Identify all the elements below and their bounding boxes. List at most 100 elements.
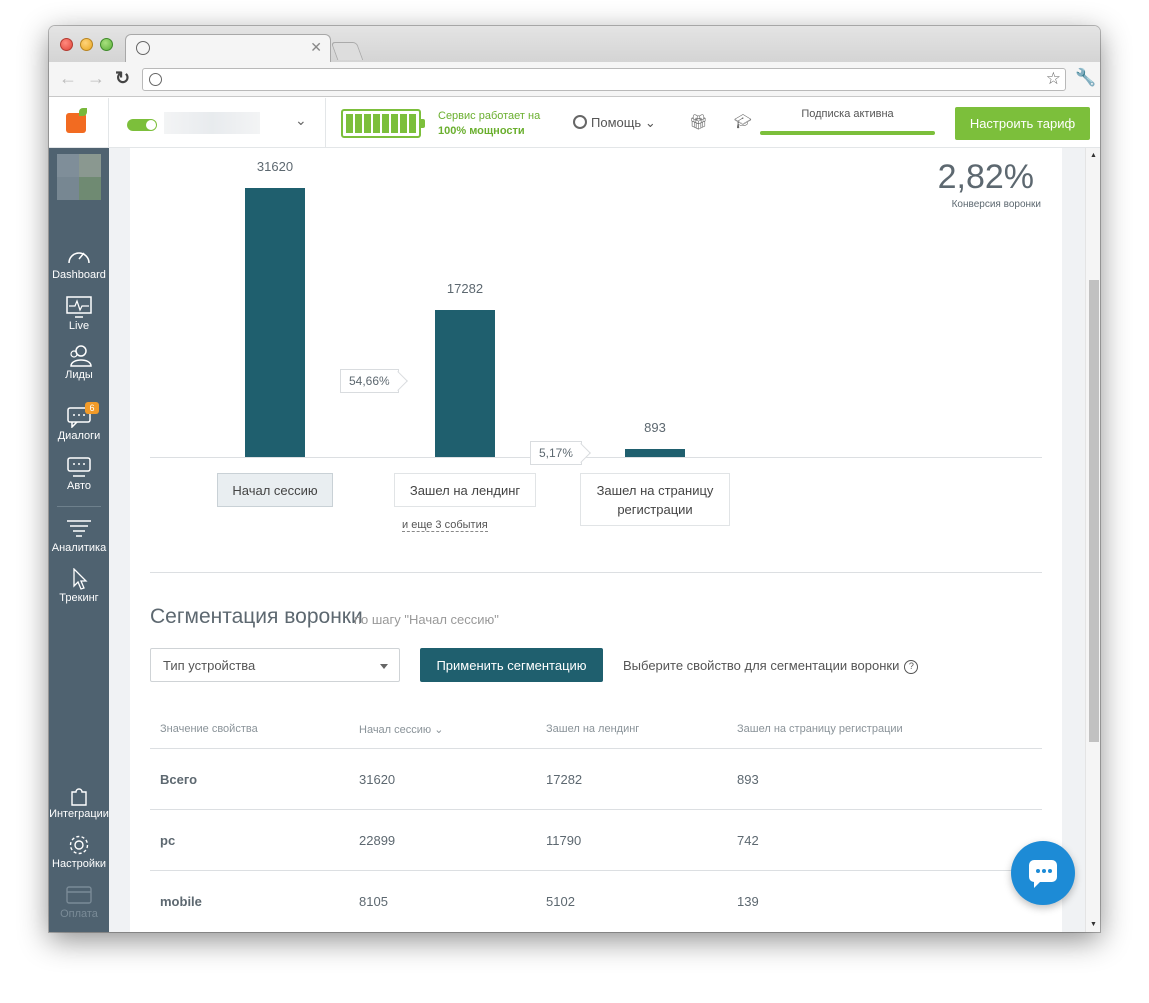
chevron-down-icon: ⌄	[434, 724, 444, 736]
project-toggle[interactable]	[127, 119, 157, 131]
segmentation-property-select[interactable]: Тип устройства	[150, 648, 400, 682]
sidebar-item-auto[interactable]: Авто	[49, 456, 109, 492]
step-conversion-tag: 5,17%	[530, 441, 583, 465]
back-arrow-icon[interactable]: ←	[59, 68, 77, 88]
column-header-label: Начал сессию	[359, 724, 432, 736]
funnel-conversion-value: 2,82%	[937, 158, 1034, 196]
sidebar-item-label: Оплата	[60, 908, 98, 920]
sidebar-item-label: Трекинг	[59, 592, 99, 604]
avatar[interactable]	[57, 154, 101, 200]
table-cell: 5102	[546, 894, 575, 909]
sidebar-item-settings[interactable]: Настройки	[49, 834, 109, 870]
carrot-logo-icon	[66, 108, 87, 133]
browser-toolbar: ← → ↻ ☆ 🔧	[49, 62, 1100, 97]
chat-bubble-icon	[1029, 860, 1057, 888]
sidebar-item-label: Аналитика	[51, 542, 107, 554]
table-cell: 22899	[359, 833, 396, 848]
funnel-conversion-label: Конверсия воронки	[951, 199, 1041, 210]
sidebar-divider	[57, 506, 101, 507]
chat-widget-button[interactable]	[1011, 841, 1075, 905]
sidebar-item-integrations[interactable]: Интеграции	[49, 784, 109, 820]
sidebar-item-label: Авто	[67, 480, 91, 492]
help-menu[interactable]: Помощь ⌄	[573, 115, 656, 131]
card-icon	[66, 886, 92, 904]
sidebar-item-tracking[interactable]: Трекинг	[49, 568, 109, 604]
bar-value: 31620	[256, 159, 294, 174]
logo-container[interactable]	[49, 98, 109, 148]
sidebar-item-dialogs[interactable]: 6 Диалоги	[49, 402, 109, 442]
project-name[interactable]	[164, 112, 260, 134]
funnel-icon	[67, 520, 91, 537]
sidebar-item-label: Диалоги	[57, 430, 101, 442]
lifebuoy-icon	[573, 115, 587, 129]
bar-value: 17282	[446, 281, 484, 296]
minimize-window-button[interactable]	[80, 38, 93, 51]
table-cell: 31620	[359, 772, 396, 787]
more-events-link[interactable]: и еще 3 события	[402, 519, 488, 532]
service-status: Сервис работает на 100% мощности	[438, 109, 540, 139]
sidebar-item-label: Dashboard	[52, 269, 106, 281]
sidebar-item-payment[interactable]: Оплата	[49, 884, 109, 920]
globe-icon	[149, 73, 162, 86]
sidebar-item-live[interactable]: Live	[49, 296, 109, 332]
auto-message-icon	[67, 457, 91, 477]
funnel-bar[interactable]	[245, 188, 305, 457]
step-button-registration[interactable]: Зашел на страницу регистрации	[580, 473, 730, 526]
vertical-scrollbar[interactable]: ▲ ▼	[1085, 148, 1100, 932]
table-divider	[150, 748, 1042, 749]
column-header: Зашел на лендинг	[546, 723, 640, 735]
funnel-bar[interactable]	[435, 310, 495, 457]
table-cell: 893	[737, 772, 759, 787]
wrench-icon[interactable]: 🔧	[1075, 68, 1096, 88]
new-tab-button[interactable]	[330, 42, 364, 60]
scroll-down-icon[interactable]: ▼	[1090, 921, 1097, 928]
apply-segmentation-button[interactable]: Применить сегментацию	[420, 648, 603, 682]
tab-bar: ✕	[49, 26, 1100, 62]
maximize-window-button[interactable]	[100, 38, 113, 51]
sidebar-item-label: Настройки	[52, 858, 106, 870]
step-button-landing[interactable]: Зашел на лендинг	[394, 473, 536, 507]
header-divider	[325, 98, 326, 148]
subscription-label: Подписка активна	[801, 108, 894, 120]
sidebar-item-leads[interactable]: Лиды	[49, 345, 109, 381]
star-icon[interactable]: ☆	[1046, 69, 1061, 89]
sidebar: Dashboard Live Лиды 6 Диалоги Авто Анали…	[49, 148, 109, 932]
reload-icon[interactable]: ↻	[115, 68, 130, 88]
browser-tab[interactable]: ✕	[125, 34, 331, 62]
service-status-line1: Сервис работает на	[438, 110, 541, 122]
gift-icon[interactable]: 🎁︎	[689, 113, 708, 131]
segmentation-subtitle: по шагу "Начал сессию"	[354, 612, 499, 627]
configure-tariff-button[interactable]: Настроить тариф	[955, 107, 1090, 140]
step-button-session[interactable]: Начал сессию	[217, 473, 333, 507]
globe-icon	[136, 41, 150, 55]
funnel-bar[interactable]	[625, 449, 685, 457]
table-divider	[150, 870, 1042, 871]
scroll-thumb[interactable]	[1089, 280, 1099, 742]
segmentation-title: Сегментация воронки	[150, 605, 363, 628]
segmentation-hint: Выберите свойство для сегментации воронк…	[623, 658, 919, 674]
close-window-button[interactable]	[60, 38, 73, 51]
monitor-pulse-icon	[66, 296, 92, 318]
scroll-up-icon[interactable]: ▲	[1090, 152, 1097, 159]
address-bar[interactable]: ☆	[142, 68, 1066, 91]
table-cell: 742	[737, 833, 759, 848]
column-header-sortable[interactable]: Начал сессию ⌄	[359, 723, 443, 736]
graduation-cap-icon[interactable]: 🎓︎	[734, 113, 752, 130]
table-divider	[150, 809, 1042, 810]
step-conversion-tag: 54,66%	[340, 369, 399, 393]
chart-baseline	[150, 457, 1042, 458]
table-cell: pc	[160, 833, 176, 848]
forward-arrow-icon[interactable]: →	[87, 68, 105, 88]
column-header: Зашел на страницу регистрации	[737, 723, 903, 735]
gear-icon	[69, 835, 89, 855]
segmentation-hint-text: Выберите свойство для сегментации воронк…	[623, 658, 900, 673]
chevron-down-icon[interactable]: ⌄	[295, 112, 307, 129]
table-cell: mobile	[160, 894, 202, 909]
sidebar-item-dashboard[interactable]: Dashboard	[49, 245, 109, 281]
tab-close-icon[interactable]: ✕	[310, 39, 322, 56]
puzzle-icon	[71, 788, 87, 806]
question-icon[interactable]: ?	[904, 660, 919, 674]
subscription-bar	[760, 131, 935, 135]
sidebar-item-analytics[interactable]: Аналитика	[49, 518, 109, 554]
sidebar-item-label: Интеграции	[49, 808, 109, 820]
